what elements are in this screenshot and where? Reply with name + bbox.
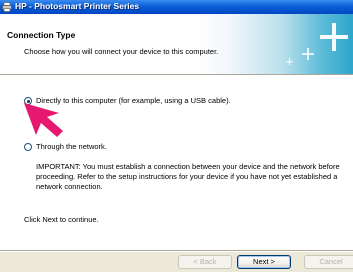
plus-decoration-icon — [286, 23, 348, 65]
page-title: Connection Type — [7, 30, 76, 40]
window-title: HP - Photosmart Printer Series — [15, 1, 140, 11]
option-network-label[interactable]: Through the network. — [36, 142, 107, 151]
next-button[interactable]: Next > — [237, 255, 291, 269]
installer-window: HP - Photosmart Printer Series Connectio… — [0, 0, 353, 272]
title-bar[interactable]: HP - Photosmart Printer Series — [0, 0, 353, 14]
printer-icon — [2, 2, 12, 12]
wizard-content: Directly to this computer (for example, … — [0, 76, 353, 250]
footer-divider — [0, 250, 353, 252]
arrow-pointer-icon — [24, 103, 63, 137]
important-note: IMPORTANT: You must establish a connecti… — [36, 162, 340, 191]
radio-network-connection[interactable] — [24, 143, 32, 151]
instruction-text: Click Next to continue. — [24, 215, 99, 224]
back-button[interactable]: < Back — [178, 255, 232, 269]
cancel-button[interactable]: Cancel — [304, 255, 353, 269]
page-subtitle: Choose how you will connect your device … — [24, 47, 219, 56]
